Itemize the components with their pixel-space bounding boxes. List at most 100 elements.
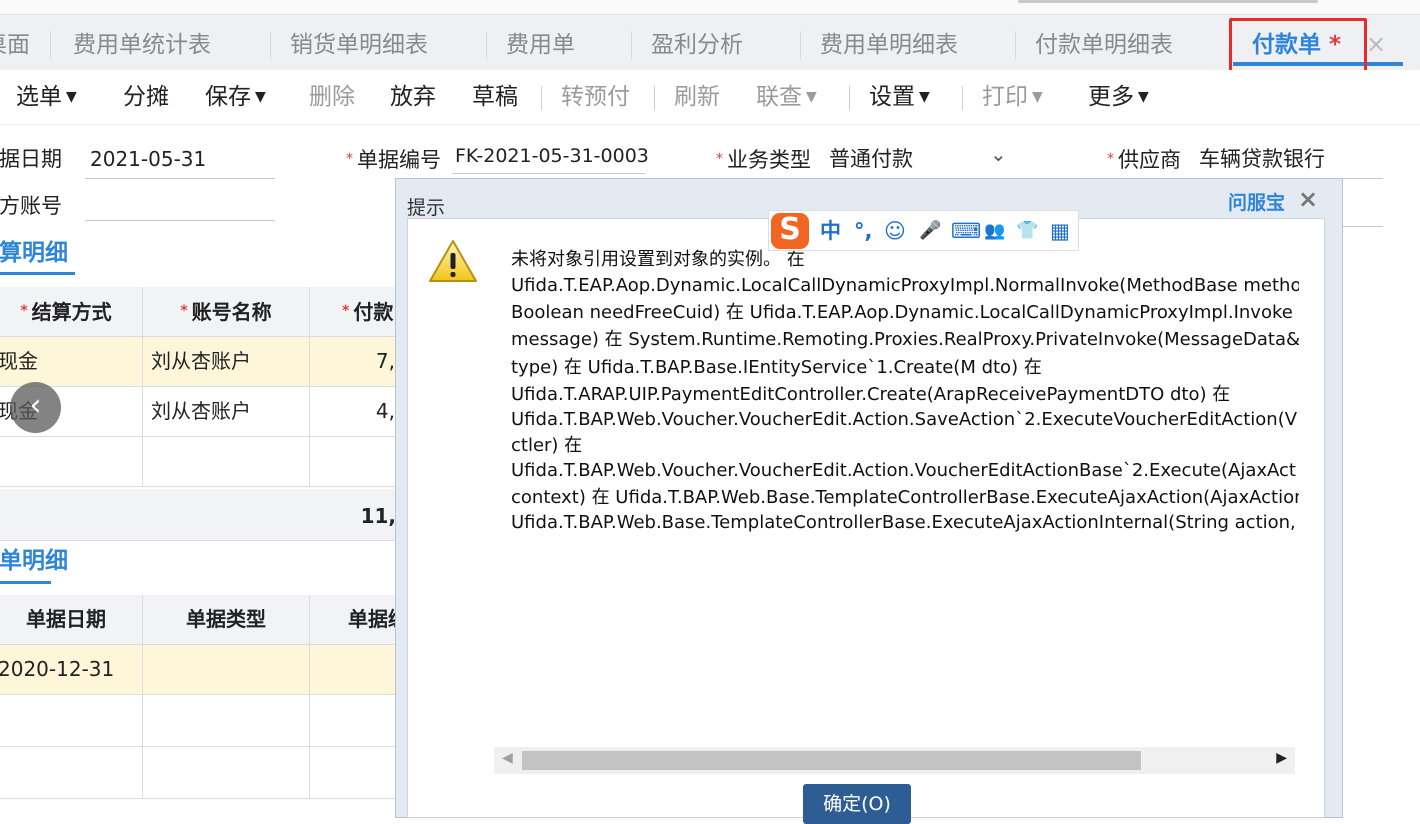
tab-separator — [631, 31, 632, 59]
save-button[interactable]: 保存 ▼ — [205, 82, 266, 112]
link-query-label: 联查 — [756, 84, 802, 110]
settlement-section-title: 结算明细 — [0, 240, 68, 266]
tab-desktop[interactable]: 桌面 — [0, 30, 30, 60]
settings-button[interactable]: 设置 ▼ — [869, 82, 930, 112]
toolbar-separator — [849, 86, 850, 110]
error-message-line: context) 在 Ufida.T.BAP.Web.Base.Template… — [511, 487, 1299, 508]
warning-icon — [429, 240, 477, 282]
required-mark: * — [1107, 151, 1114, 167]
error-message-line: Ufida.T.ARAP.UIP.PaymentEditController.C… — [511, 384, 1231, 405]
toolbar: 选单 ▼ 分摊 保存 ▼ 删除 放弃 草稿 转预付 刷新 联查 ▼ 设置 ▼ 打印 ▼ 更… — [0, 70, 1420, 125]
tab-bar: 桌面 费用单统计表 销货单明细表 费用单 盈利分析 费用单明细表 付款单明细表 … — [0, 0, 1420, 71]
settle-header-method: * 结算方式 — [0, 287, 143, 337]
discard-button[interactable]: 放弃 — [390, 82, 436, 112]
chevron-left-icon[interactable]: ‹ — [10, 382, 61, 433]
tab-sales-detail[interactable]: 销货单明细表 — [290, 30, 428, 60]
biz-type-label-text: 业务类型 — [727, 148, 811, 172]
error-message-line: Ufida.T.EAP.Aop.Dynamic.LocalCallDynamic… — [511, 275, 1299, 296]
chevron-down-icon: ▼ — [1032, 89, 1043, 105]
settle-header-account: * 账号名称 — [143, 287, 310, 337]
source-cell-type[interactable] — [143, 645, 310, 695]
toolbar-separator — [654, 86, 655, 110]
required-mark: * — [342, 303, 350, 319]
ok-button[interactable]: 确定(O) — [803, 784, 911, 824]
horizontal-scrollbar[interactable]: ◀ ▶ — [494, 747, 1295, 774]
dialog-close-icon[interactable]: × — [1298, 185, 1318, 213]
source-cell-empty[interactable] — [0, 747, 143, 799]
settle-total: 11, — [0, 489, 410, 541]
source-cell-date[interactable]: 2020-12-31 — [0, 645, 143, 695]
toolbox-icon[interactable]: ▦ — [1050, 219, 1070, 243]
required-mark: * — [716, 151, 723, 167]
bill-no-input[interactable]: FK-2021-05-31-0003 — [455, 143, 649, 169]
tab-close-icon[interactable]: × — [1366, 32, 1386, 56]
allocate-button[interactable]: 分摊 — [123, 82, 169, 112]
biz-type-select[interactable]: 普通付款 — [829, 146, 913, 172]
print-label: 打印 — [982, 84, 1028, 110]
select-bill-button[interactable]: 选单 ▼ — [16, 82, 77, 112]
more-button[interactable]: 更多 ▼ — [1088, 82, 1149, 112]
bill-date-underline — [85, 178, 275, 179]
biz-type-label: * 业务类型 — [716, 146, 811, 173]
error-message-line: Ufida.T.BAP.Web.Voucher.VoucherEdit.Acti… — [511, 409, 1298, 430]
chevron-down-icon: ▼ — [919, 89, 930, 105]
source-cell-empty[interactable] — [0, 695, 143, 747]
bill-no-label: * 单据编号 — [346, 146, 441, 173]
tab-expense-stats[interactable]: 费用单统计表 — [73, 30, 211, 60]
source-cell-empty[interactable] — [143, 695, 310, 747]
settle-cell-method[interactable]: 现金 — [0, 337, 143, 387]
help-link[interactable]: 问服宝 — [1228, 188, 1285, 215]
user-icon[interactable]: 👥 — [984, 219, 1005, 243]
scroll-right-icon[interactable]: ▶ — [1276, 750, 1287, 766]
source-header-type: 单据类型 — [143, 595, 310, 645]
peer-account-underline[interactable] — [85, 220, 275, 221]
bill-no-label-text: 单据编号 — [357, 148, 441, 172]
chevron-down-icon[interactable]: ⌄ — [990, 142, 1007, 166]
settings-label: 设置 — [869, 84, 915, 110]
link-query-button[interactable]: 联查 ▼ — [756, 82, 817, 112]
scroll-left-icon[interactable]: ◀ — [502, 750, 513, 766]
print-button[interactable]: 打印 ▼ — [982, 82, 1043, 112]
settle-cell-account[interactable]: 刘从杏账户 — [143, 387, 310, 437]
top-strip — [0, 0, 1420, 15]
delete-button[interactable]: 删除 — [309, 82, 355, 112]
sogou-logo-icon[interactable]: S — [771, 213, 809, 249]
more-label: 更多 — [1088, 84, 1134, 110]
required-mark: * — [20, 303, 28, 319]
tab-profit-analysis[interactable]: 盈利分析 — [651, 30, 743, 60]
tab-expense-bill[interactable]: 费用单 — [506, 30, 575, 60]
chinese-mode-icon[interactable]: 中 — [820, 219, 841, 243]
peer-account-label: 对方账号 — [0, 194, 62, 218]
microphone-icon[interactable]: 🎤 — [919, 219, 941, 243]
bill-no-underline — [452, 173, 645, 174]
source-cell-empty[interactable] — [143, 747, 310, 799]
refresh-button[interactable]: 刷新 — [674, 82, 720, 112]
section-underline — [0, 272, 75, 275]
chevron-down-icon: ▼ — [806, 89, 817, 105]
settle-header-method-text: 结算方式 — [31, 300, 112, 324]
tab-expense-detail[interactable]: 费用单明细表 — [820, 30, 958, 60]
scrollbar-thumb[interactable] — [522, 751, 1141, 770]
error-message-line: message) 在 System.Runtime.Remoting.Proxi… — [511, 329, 1299, 350]
dialog-body: 未将对象引用设置到对象的实例。 在 Ufida.T.EAP.Aop.Dynami… — [407, 218, 1325, 824]
section-underline — [0, 581, 51, 584]
settle-cell-account[interactable]: 刘从杏账户 — [143, 337, 310, 387]
required-mark: * — [180, 303, 188, 319]
punctuation-icon[interactable]: °, — [854, 219, 872, 243]
supplier-label: * 供应商 — [1107, 146, 1181, 173]
bill-date-input[interactable]: 2021-05-31 — [90, 146, 206, 172]
draft-button[interactable]: 草稿 — [472, 82, 518, 112]
supplier-input[interactable]: 车辆贷款银行 — [1199, 146, 1325, 172]
error-message-line: Ufida.T.BAP.Web.Voucher.VoucherEdit.Acti… — [511, 460, 1296, 481]
keyboard-icon[interactable]: ⌨ — [951, 219, 981, 243]
to-prepay-button[interactable]: 转预付 — [561, 82, 630, 112]
skin-icon[interactable]: 👕 — [1016, 219, 1038, 243]
settle-cell-empty[interactable] — [0, 437, 143, 487]
tab-payment-detail[interactable]: 付款单明细表 — [1035, 30, 1173, 60]
supplier-label-text: 供应商 — [1118, 148, 1181, 172]
top-scrollbar[interactable] — [1018, 0, 1318, 3]
emoji-icon[interactable]: ☺ — [884, 219, 906, 243]
source-header-date: 单据日期 — [0, 595, 143, 645]
settle-cell-empty[interactable] — [143, 437, 310, 487]
chevron-down-icon: ▼ — [66, 89, 77, 105]
